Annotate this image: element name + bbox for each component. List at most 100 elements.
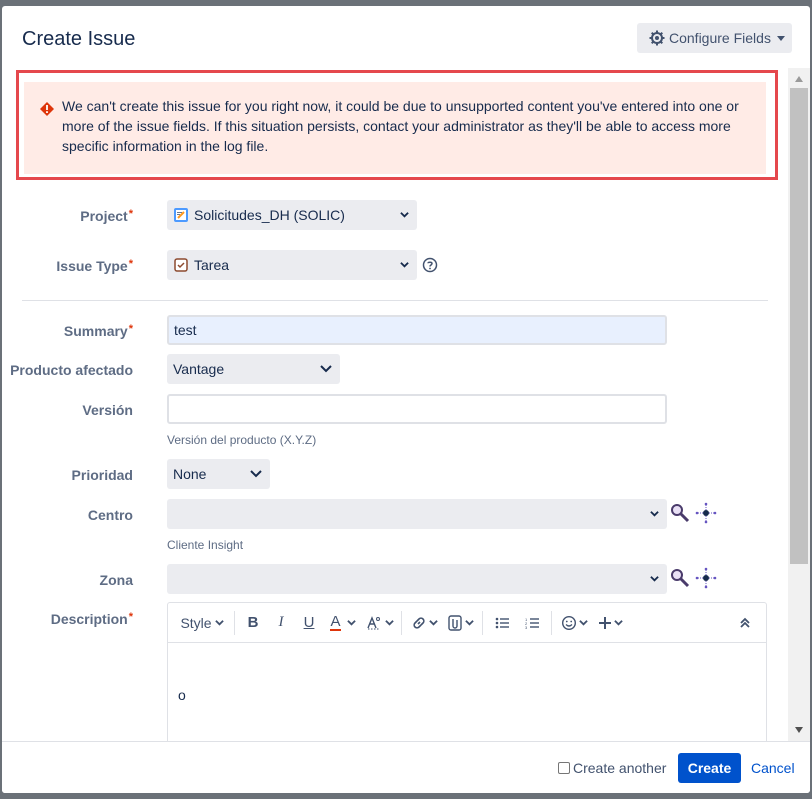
toolbar-separator <box>401 610 402 635</box>
producto-afectado-select[interactable]: Vantage <box>167 354 340 384</box>
centro-label: Centro <box>87 507 133 523</box>
toolbar-separator <box>234 610 235 635</box>
scroll-down-icon[interactable] <box>795 727 803 733</box>
centro-hint: Cliente Insight <box>167 538 244 552</box>
chevron-down-icon <box>400 212 409 218</box>
chevron-down-icon <box>320 365 332 373</box>
project-label-text: Project <box>80 208 128 224</box>
section-divider <box>22 300 768 301</box>
style-label: Style <box>180 614 212 631</box>
required-marker: * <box>128 323 133 335</box>
error-icon <box>40 102 54 116</box>
scroll-up-icon[interactable] <box>795 76 803 82</box>
graph-icon[interactable] <box>695 567 717 589</box>
description-text: o <box>178 687 186 703</box>
chevron-down-icon <box>428 620 438 626</box>
error-message-box: We can't create this issue for you right… <box>24 82 766 174</box>
attachment-button[interactable] <box>442 609 478 637</box>
chevron-down-icon <box>346 620 356 626</box>
emoji-icon <box>561 615 576 630</box>
chevron-down-icon <box>613 620 623 626</box>
underline-button[interactable]: U <box>295 609 323 637</box>
search-icon[interactable] <box>670 568 690 588</box>
scrollbar[interactable] <box>788 68 810 741</box>
version-input[interactable] <box>167 394 667 424</box>
summary-value: test <box>174 322 197 338</box>
text-color-button[interactable]: A <box>323 609 363 637</box>
plus-icon <box>598 616 611 629</box>
chevron-down-icon <box>250 470 262 478</box>
description-editor[interactable]: Style B I U A 1 2 3 o <box>167 602 767 741</box>
issue-type-label-text: Issue Type <box>56 258 128 274</box>
toolbar-separator <box>482 610 483 635</box>
graph-icon[interactable] <box>695 502 717 524</box>
chevron-down-icon <box>650 576 659 582</box>
summary-input[interactable]: test <box>167 315 667 345</box>
text-color-label: A <box>330 613 341 631</box>
create-another-label[interactable]: Create another <box>573 760 666 776</box>
centro-select[interactable] <box>167 499 667 529</box>
style-dropdown[interactable]: Style <box>174 609 230 637</box>
prioridad-label: Prioridad <box>71 467 133 483</box>
project-select[interactable]: Solicitudes_DH (SOLIC) <box>167 200 417 230</box>
editor-toolbar: Style B I U A 1 2 3 <box>168 603 766 643</box>
configure-fields-label: Configure Fields <box>669 30 771 46</box>
required-marker: * <box>128 208 133 220</box>
required-marker: * <box>128 611 133 623</box>
chevron-down-icon <box>400 262 409 268</box>
description-label: Description* <box>51 611 133 627</box>
issue-type-select[interactable]: Tarea <box>167 250 417 280</box>
project-avatar-icon <box>174 208 188 222</box>
numbered-list-icon: 123 <box>525 617 539 629</box>
chevron-down-icon <box>464 620 474 626</box>
create-another-checkbox[interactable] <box>558 762 570 774</box>
chevron-down-icon <box>578 620 588 626</box>
issue-type-value: Tarea <box>194 257 230 273</box>
summary-label: Summary* <box>64 323 133 339</box>
producto-afectado-label: Producto afectado <box>10 362 133 378</box>
numbered-list-button[interactable]: 123 <box>517 609 547 637</box>
configure-fields-button[interactable]: Configure Fields <box>637 23 792 53</box>
prioridad-select[interactable]: None <box>167 459 270 489</box>
dialog-footer: Create another Create Cancel <box>2 741 810 793</box>
version-label: Versión <box>82 402 133 418</box>
svg-text:3: 3 <box>525 625 528 629</box>
version-hint: Versión del producto (X.Y.Z) <box>167 433 317 447</box>
project-value: Solicitudes_DH (SOLIC) <box>194 207 345 223</box>
scrollbar-thumb[interactable] <box>790 88 808 564</box>
dialog-content: We can't create this issue for you right… <box>2 68 788 741</box>
italic-button[interactable]: I <box>267 609 295 637</box>
gear-icon <box>649 30 665 46</box>
dialog-title: Create Issue <box>22 28 136 50</box>
insert-more-button[interactable] <box>592 609 628 637</box>
zona-label: Zona <box>99 572 133 588</box>
collapse-toolbar-button[interactable] <box>730 609 760 637</box>
project-label: Project* <box>80 208 133 224</box>
bold-button[interactable]: B <box>239 609 267 637</box>
text-format-icon <box>366 615 380 629</box>
chevron-down-icon <box>214 620 224 626</box>
issue-type-label: Issue Type* <box>56 258 133 274</box>
cancel-link[interactable]: Cancel <box>751 760 795 776</box>
create-issue-dialog: Create Issue Configure Fields We can't c… <box>2 6 810 793</box>
help-icon[interactable] <box>422 257 438 273</box>
chevron-down-icon <box>776 35 785 41</box>
link-button[interactable] <box>406 609 442 637</box>
chevron-down-icon <box>384 620 394 626</box>
dialog-header: Create Issue Configure Fields <box>2 6 810 68</box>
error-message-text: We can't create this issue for you right… <box>62 98 739 154</box>
search-icon[interactable] <box>670 503 690 523</box>
create-button[interactable]: Create <box>678 753 741 783</box>
double-chevron-up-icon <box>740 617 750 628</box>
prioridad-value: None <box>173 466 207 482</box>
description-label-text: Description <box>50 611 128 627</box>
more-formatting-button[interactable] <box>363 609 397 637</box>
bullet-list-button[interactable] <box>487 609 517 637</box>
emoji-button[interactable] <box>556 609 592 637</box>
chevron-down-icon <box>650 511 659 517</box>
zona-select[interactable] <box>167 564 667 594</box>
attachment-icon <box>447 614 462 631</box>
producto-afectado-value: Vantage <box>173 361 225 377</box>
required-marker: * <box>128 258 133 270</box>
task-icon <box>174 258 188 272</box>
